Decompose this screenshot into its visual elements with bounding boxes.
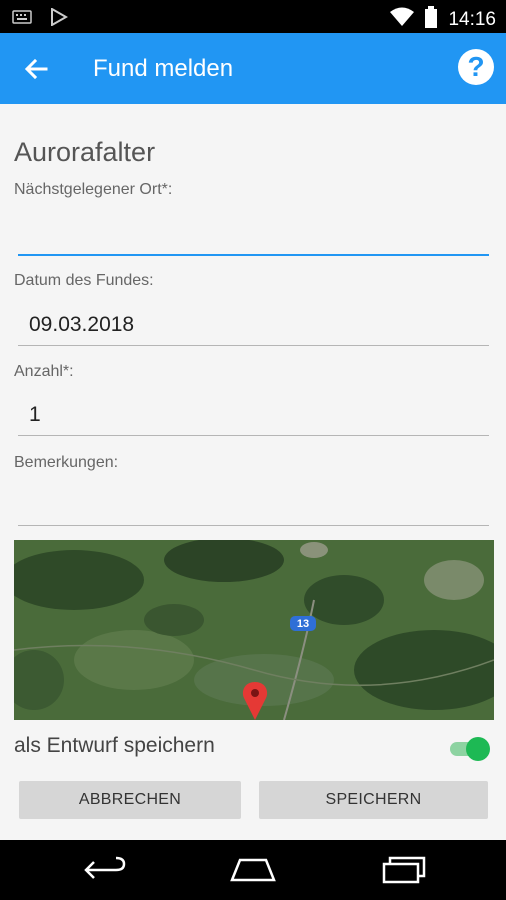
- play-store-icon: [50, 7, 69, 31]
- status-bar: 14:16: [0, 0, 506, 33]
- date-underline: [18, 345, 489, 346]
- help-icon[interactable]: ?: [458, 49, 494, 85]
- keyboard-icon: [12, 10, 32, 29]
- count-input[interactable]: 1: [18, 400, 489, 436]
- count-value: 1: [29, 403, 41, 426]
- count-underline: [18, 435, 489, 436]
- navigation-bar: [0, 840, 506, 900]
- arrow-back-icon[interactable]: [20, 53, 52, 85]
- remarks-underline: [18, 525, 489, 526]
- date-value: 09.03.2018: [29, 313, 135, 336]
- remarks-label: Bemerkungen:: [14, 454, 119, 471]
- draft-label: als Entwurf speichern: [14, 734, 215, 757]
- battery-icon: [424, 6, 438, 33]
- toggle-thumb: [466, 737, 490, 761]
- save-button[interactable]: SPEICHERN: [259, 781, 488, 819]
- route-label: 13: [297, 618, 309, 630]
- species-title: Aurorafalter: [14, 137, 156, 167]
- report-form: Aurorafalter Nächstgelegener Ort*: Datum…: [0, 104, 506, 840]
- wifi-icon: [390, 7, 415, 32]
- cancel-button[interactable]: ABBRECHEN: [19, 781, 241, 819]
- date-label: Datum des Fundes:: [14, 272, 154, 289]
- location-label: Nächstgelegener Ort*:: [14, 181, 173, 198]
- page-title: Fund melden: [93, 55, 234, 82]
- recents-nav-icon[interactable]: [378, 854, 428, 886]
- location-underline: [18, 254, 489, 256]
- location-input[interactable]: [18, 220, 489, 256]
- remarks-input[interactable]: [18, 490, 489, 526]
- map-view[interactable]: 13: [14, 540, 494, 720]
- date-input[interactable]: 09.03.2018: [18, 310, 489, 346]
- count-label: Anzahl*:: [14, 363, 74, 380]
- home-nav-icon[interactable]: [228, 854, 278, 886]
- draft-toggle[interactable]: [448, 735, 492, 763]
- app-bar: Fund melden ?: [0, 33, 506, 104]
- clock: 14:16: [448, 8, 496, 30]
- back-nav-icon[interactable]: [80, 854, 130, 886]
